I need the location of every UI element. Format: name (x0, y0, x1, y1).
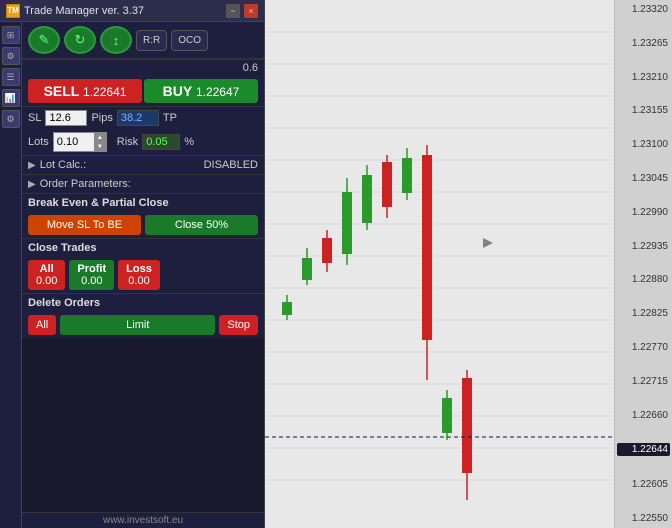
move-sl-be-button[interactable]: Move SL To BE (28, 215, 141, 235)
tp-label: TP (163, 112, 177, 124)
footer-url: www.investsoft.eu (22, 512, 264, 528)
refresh-button[interactable]: ↻ (64, 26, 96, 54)
lot-calc-row[interactable]: ▶ Lot Calc.: DISABLED (22, 155, 264, 174)
current-price: 1.22644 (617, 443, 670, 456)
lot-calc-arrow: ▶ (28, 160, 36, 171)
break-even-buttons: Move SL To BE Close 50% (22, 212, 264, 238)
price-3: 1.23210 (617, 72, 670, 83)
order-params-row[interactable]: ▶ Order Parameters: (22, 174, 264, 193)
order-params-arrow: ▶ (28, 179, 36, 190)
nav-icon-4[interactable]: 📊 (2, 89, 20, 107)
side-nav: ⊞ ⚙ ☰ 📊 ⚙ (0, 22, 22, 528)
edit-button[interactable]: ✎ (28, 26, 60, 54)
price-11: 1.22770 (617, 342, 670, 353)
nav-icon-3[interactable]: ☰ (2, 68, 20, 86)
close-trades-title: Close Trades (22, 238, 264, 257)
tp-input[interactable] (117, 110, 159, 126)
buy-button[interactable]: BUY 1.22647 (144, 79, 258, 103)
rr-button[interactable]: R:R (136, 30, 167, 51)
lot-calc-value: DISABLED (204, 159, 258, 171)
lot-calc-label: Lot Calc.: (40, 159, 86, 171)
price-2: 1.23265 (617, 38, 670, 49)
price-9: 1.22880 (617, 274, 670, 285)
close-all-button[interactable]: All 0.00 (28, 260, 65, 290)
delete-stop-button[interactable]: Stop (219, 315, 258, 335)
lot-display: 0.6 (243, 62, 258, 74)
sl-tp-row: SL Pips TP (22, 106, 264, 129)
title-bar: TM Trade Manager ver. 3.37 − × (0, 0, 264, 22)
close-50-button[interactable]: Close 50% (145, 215, 258, 235)
flip-button[interactable]: ↕ (100, 26, 132, 54)
break-even-title: Break Even & Partial Close (22, 193, 264, 212)
price-7: 1.22990 (617, 207, 670, 218)
toolbar: ✎ ↻ ↕ R:R OCO (22, 22, 264, 59)
delete-limit-button[interactable]: Limit (60, 315, 215, 335)
price-10: 1.22825 (617, 308, 670, 319)
minimize-button[interactable]: − (226, 4, 240, 18)
percent-label: % (184, 136, 194, 148)
price-1: 1.23320 (617, 4, 670, 15)
price-14: 1.22605 (617, 479, 670, 490)
price-12: 1.22715 (617, 376, 670, 387)
lots-input[interactable] (54, 135, 94, 149)
sell-button[interactable]: SELL 1.22641 (28, 79, 142, 103)
delete-orders-row: All Limit Stop (22, 312, 264, 338)
chart-canvas-area (265, 0, 614, 528)
nav-icon-5[interactable]: ⚙ (2, 110, 20, 128)
candlestick-chart (265, 0, 614, 528)
delete-orders-title: Delete Orders (22, 293, 264, 312)
order-params-label: Order Parameters: (40, 178, 131, 190)
lots-row: Lots ▲ ▼ Risk % (22, 129, 264, 155)
trade-buttons: SELL 1.22641 BUY 1.22647 (22, 76, 264, 106)
nav-icon-2[interactable]: ⚙ (2, 47, 20, 65)
price-13: 1.22660 (617, 410, 670, 421)
lots-label: Lots (28, 136, 49, 148)
close-loss-button[interactable]: Loss 0.00 (118, 260, 160, 290)
close-profit-button[interactable]: Profit 0.00 (69, 260, 114, 290)
app-icon: TM (6, 4, 20, 18)
pips-label: Pips (91, 112, 112, 124)
price-6: 1.23045 (617, 173, 670, 184)
price-5: 1.23100 (617, 139, 670, 150)
nav-icon-1[interactable]: ⊞ (2, 26, 20, 44)
sl-label: SL (28, 112, 41, 124)
sl-input[interactable] (45, 110, 87, 126)
risk-label: Risk (117, 136, 138, 148)
price-4: 1.23155 (617, 105, 670, 116)
risk-input[interactable] (142, 134, 180, 150)
chart-area: 1.23320 1.23265 1.23210 1.23155 1.23100 … (265, 0, 672, 528)
title-text: Trade Manager ver. 3.37 (24, 5, 144, 17)
lots-down-arrow[interactable]: ▼ (94, 142, 106, 151)
close-button[interactable]: × (244, 4, 258, 18)
price-scale: 1.23320 1.23265 1.23210 1.23155 1.23100 … (614, 0, 672, 528)
lots-up-arrow[interactable]: ▲ (94, 133, 106, 142)
price-8: 1.22935 (617, 241, 670, 252)
oco-button[interactable]: OCO (171, 30, 208, 51)
close-trades-row: All 0.00 Profit 0.00 Loss 0.00 (22, 257, 264, 293)
delete-all-button[interactable]: All (28, 315, 56, 335)
price-15: 1.22550 (617, 513, 670, 524)
